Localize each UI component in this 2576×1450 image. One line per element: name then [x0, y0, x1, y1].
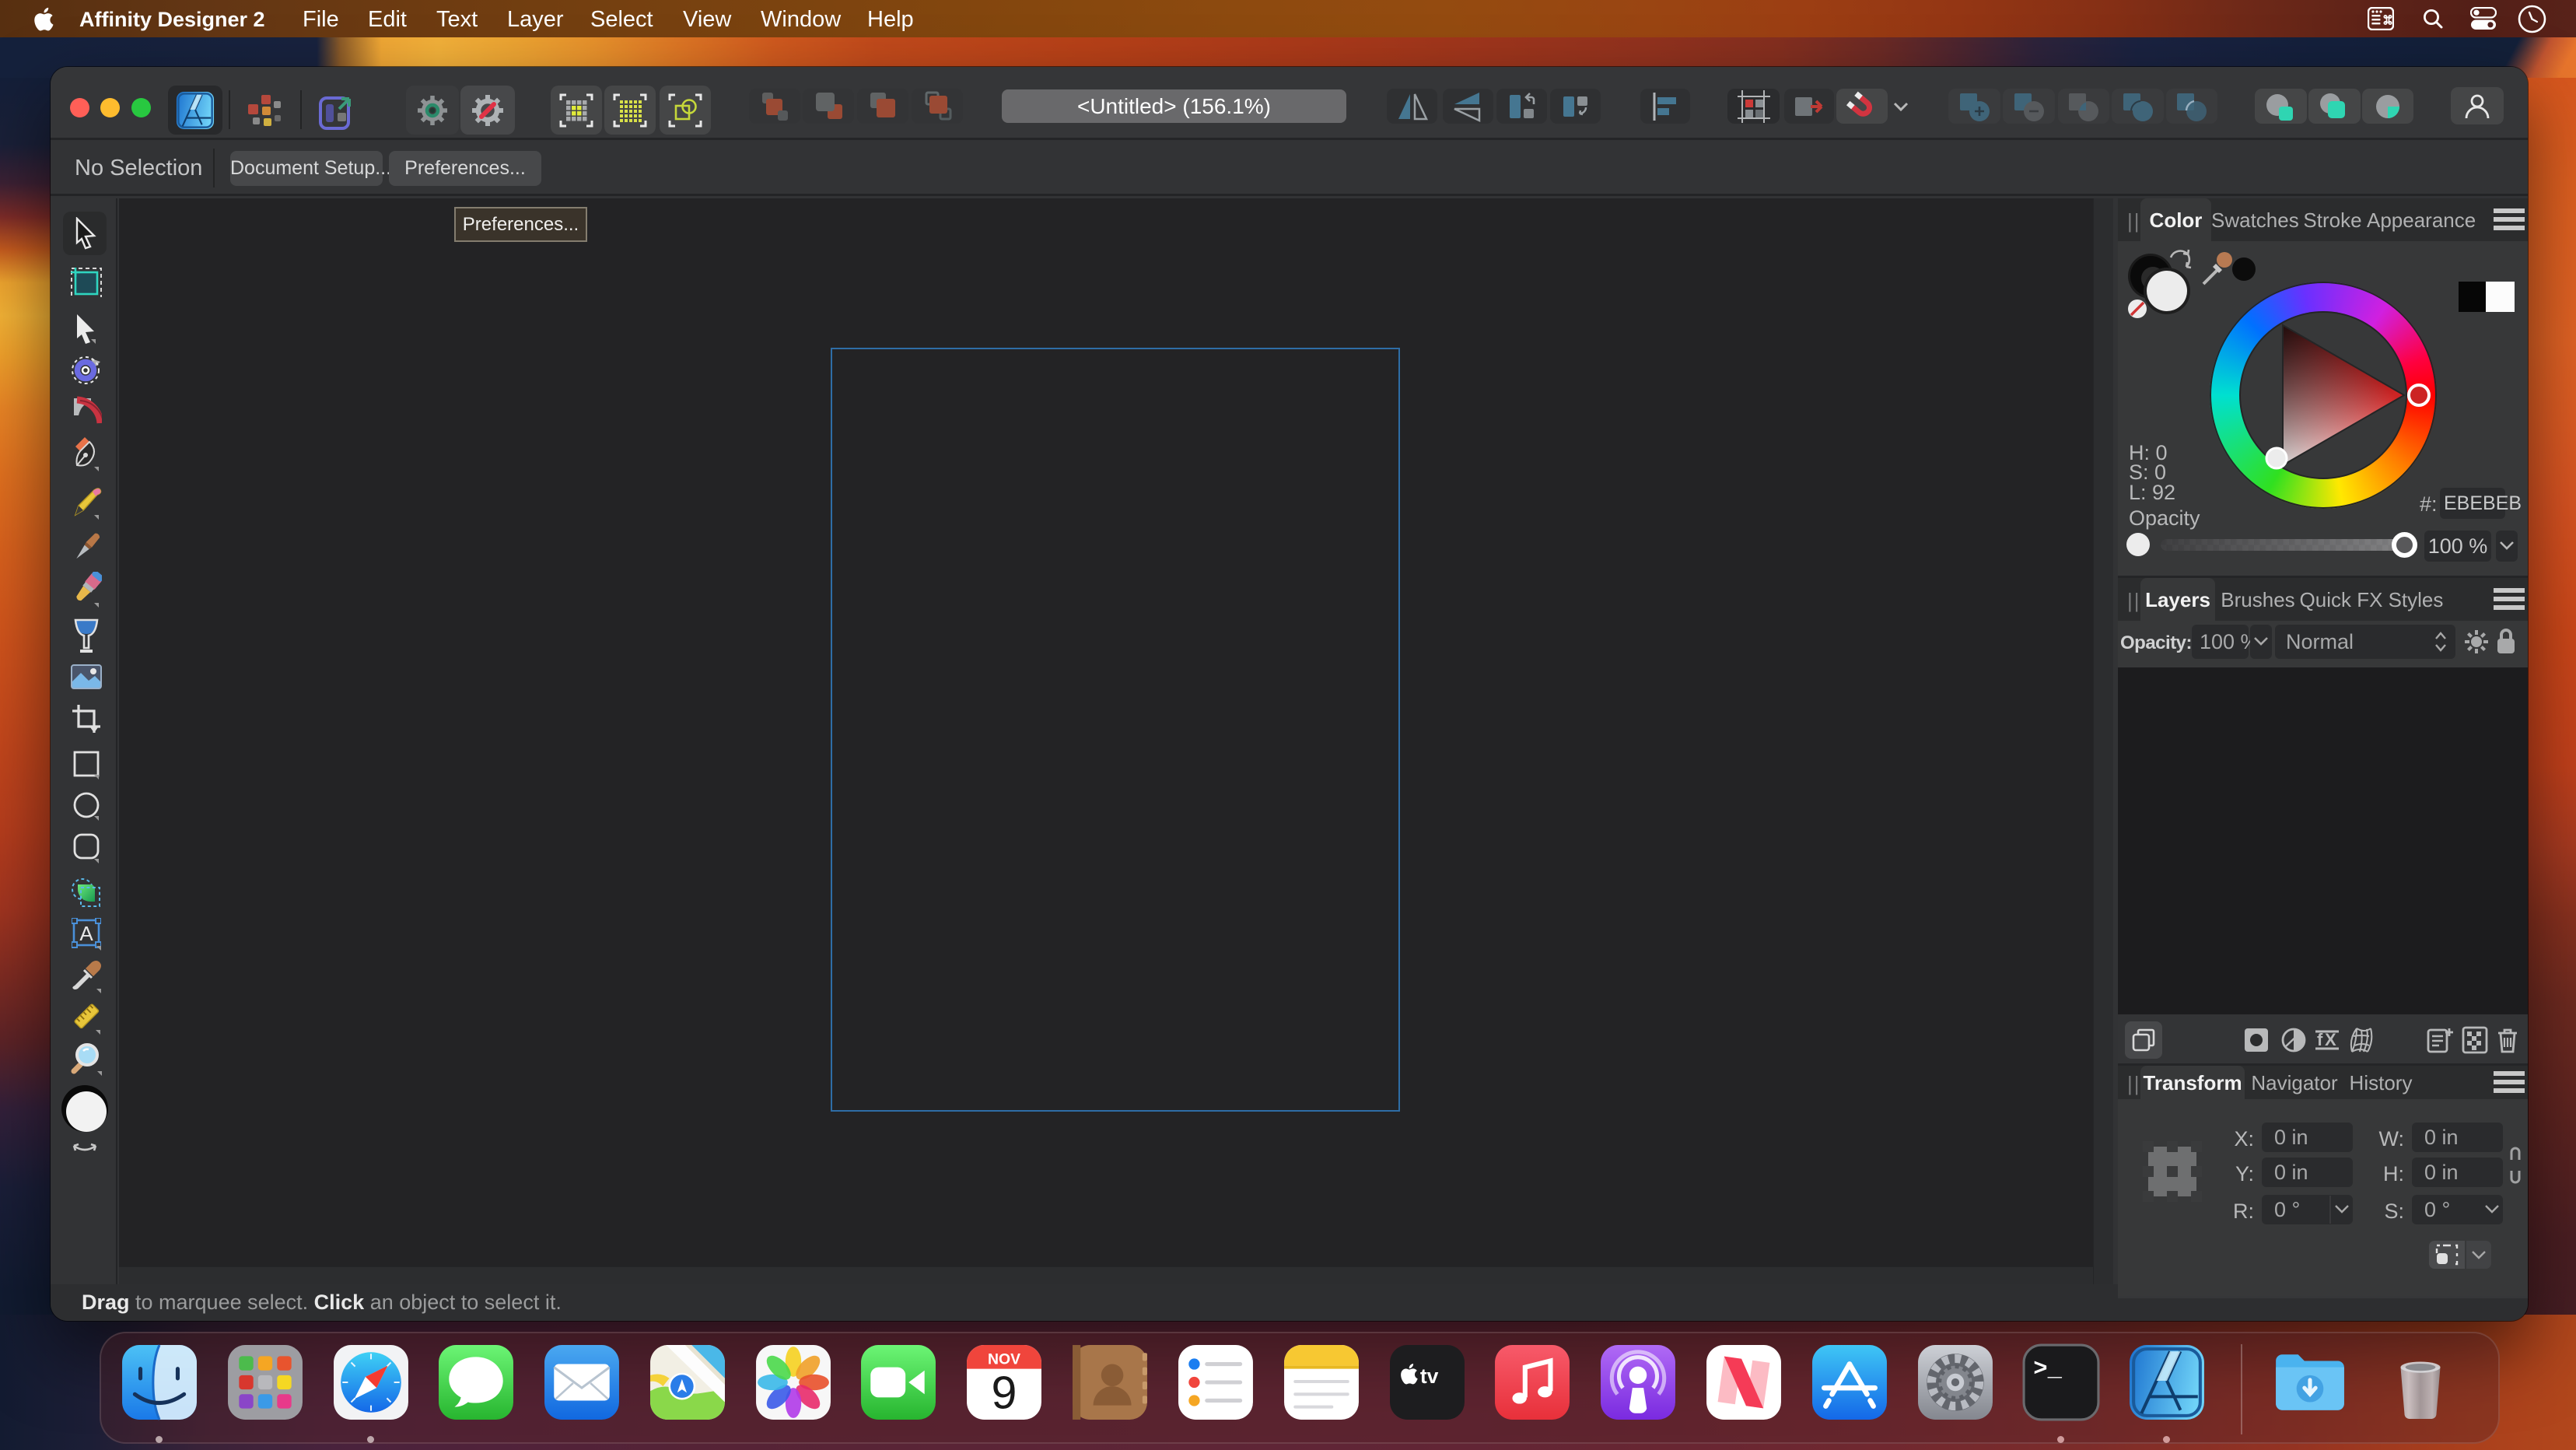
svg-text:A: A: [79, 922, 93, 945]
svg-text:f: f: [2317, 1030, 2323, 1049]
svg-text:X: X: [2325, 1030, 2336, 1049]
svg-text:>_: >_: [2033, 1357, 2062, 1383]
svg-text:NOV: NOV: [988, 1351, 1020, 1368]
svg-text:tv: tv: [1420, 1364, 1439, 1388]
svg-text:9: 9: [992, 1367, 1017, 1419]
